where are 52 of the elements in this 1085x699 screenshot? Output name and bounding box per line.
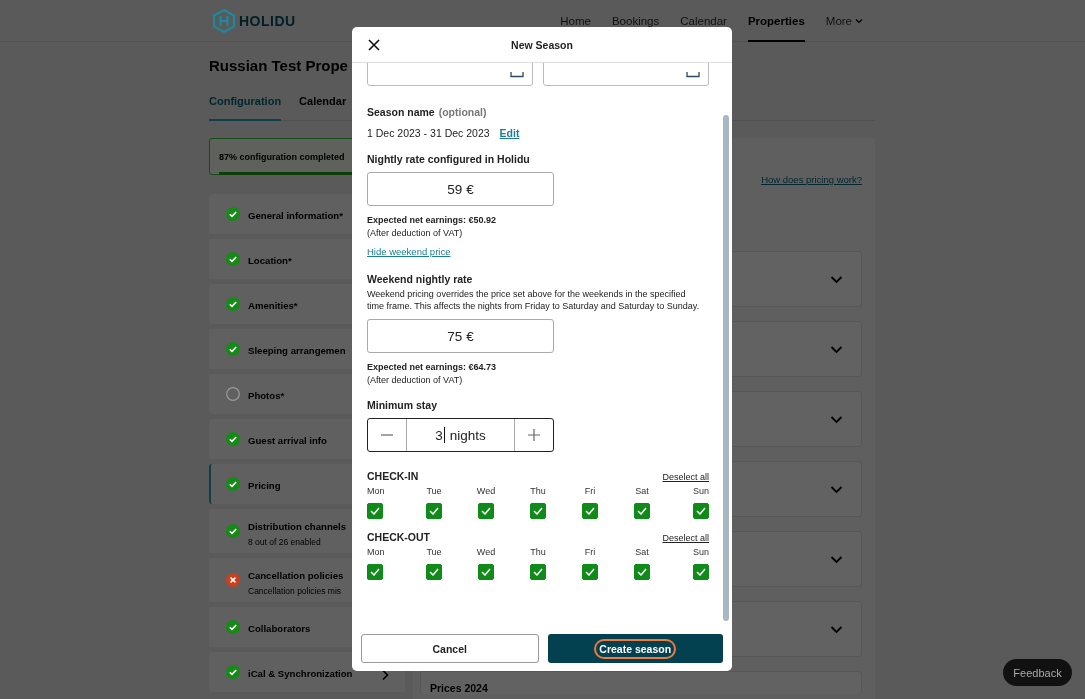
deselect-all-link[interactable]: Deselect all <box>662 472 709 482</box>
sidebar-label: Amenities* <box>248 300 298 311</box>
day-label: Thu <box>530 547 546 557</box>
sidebar-label: iCal & Synchronization <box>248 668 353 679</box>
logo-text: HOLIDU <box>239 12 296 29</box>
day-label: Tue <box>426 486 442 496</box>
sidebar-label: Cancellation policies <box>248 569 344 581</box>
nav-link[interactable]: More <box>825 0 863 42</box>
help-link[interactable]: How does pricing work? <box>761 174 862 185</box>
day-label: Tue <box>426 547 442 557</box>
nights-field[interactable]: 3 nights <box>406 419 515 451</box>
sidebar-label: Guest arrival info <box>248 435 327 446</box>
accordion-title: Prices 2024 <box>430 682 488 694</box>
page-title: Russian Test Prope <box>209 57 348 76</box>
price-field[interactable]: 75 € <box>367 319 554 353</box>
price-field[interactable]: 59 € <box>367 172 554 206</box>
progress-label: 87% configuration completed <box>219 152 345 162</box>
day-label: Sat <box>635 547 649 557</box>
season-name-value: 1 Dec 2023 - 31 Dec 2023 <box>367 127 490 139</box>
day-label: Sat <box>635 486 649 496</box>
tab[interactable]: Calendar <box>299 93 347 121</box>
sidebar-label: Photos* <box>248 390 285 401</box>
sidebar-label: Sleeping arrangemen <box>248 345 346 356</box>
day-label: Fri <box>584 547 596 557</box>
accordion-card[interactable]: Prices 2024 <box>420 671 862 694</box>
deselect-all-link[interactable]: Deselect all <box>662 533 709 543</box>
nights-unit: nights <box>449 427 486 443</box>
day-label: Wed <box>476 486 496 496</box>
tab[interactable]: Configuration <box>209 93 282 121</box>
sidebar-label: General information* <box>248 210 343 221</box>
nav-link[interactable]: Properties <box>747 0 805 42</box>
sidebar-label: Location* <box>248 255 292 266</box>
day-label: Fri <box>584 486 596 496</box>
day-label: Mon <box>367 486 385 496</box>
sidebar-label: Distribution channels <box>248 520 347 532</box>
field-label: Season name <box>367 106 435 118</box>
dialog-title: New Season <box>510 38 574 51</box>
day-label: Sun <box>693 547 709 557</box>
cancel-button[interactable]: Cancel <box>361 634 539 663</box>
day-label: Sun <box>693 486 709 496</box>
sidebar-label: Collaborators <box>248 623 311 634</box>
day-label: Thu <box>530 486 546 496</box>
sidebar-sublabel: 8 out of 26 enabled <box>248 536 322 547</box>
nights-value: 3 <box>435 427 443 443</box>
sidebar-sublabel: Cancellation policies mis <box>248 585 343 596</box>
optional-hint: (optional) <box>438 106 487 118</box>
day-label: Wed <box>476 547 496 557</box>
edit-link[interactable]: Edit <box>499 127 520 139</box>
feedback-button[interactable]: Feedback <box>1003 659 1072 686</box>
sidebar-label: Pricing <box>248 480 281 491</box>
field-label: Nightly rate configured in Holidu <box>367 153 531 165</box>
create-season-button[interactable]: Create season <box>547 634 723 663</box>
